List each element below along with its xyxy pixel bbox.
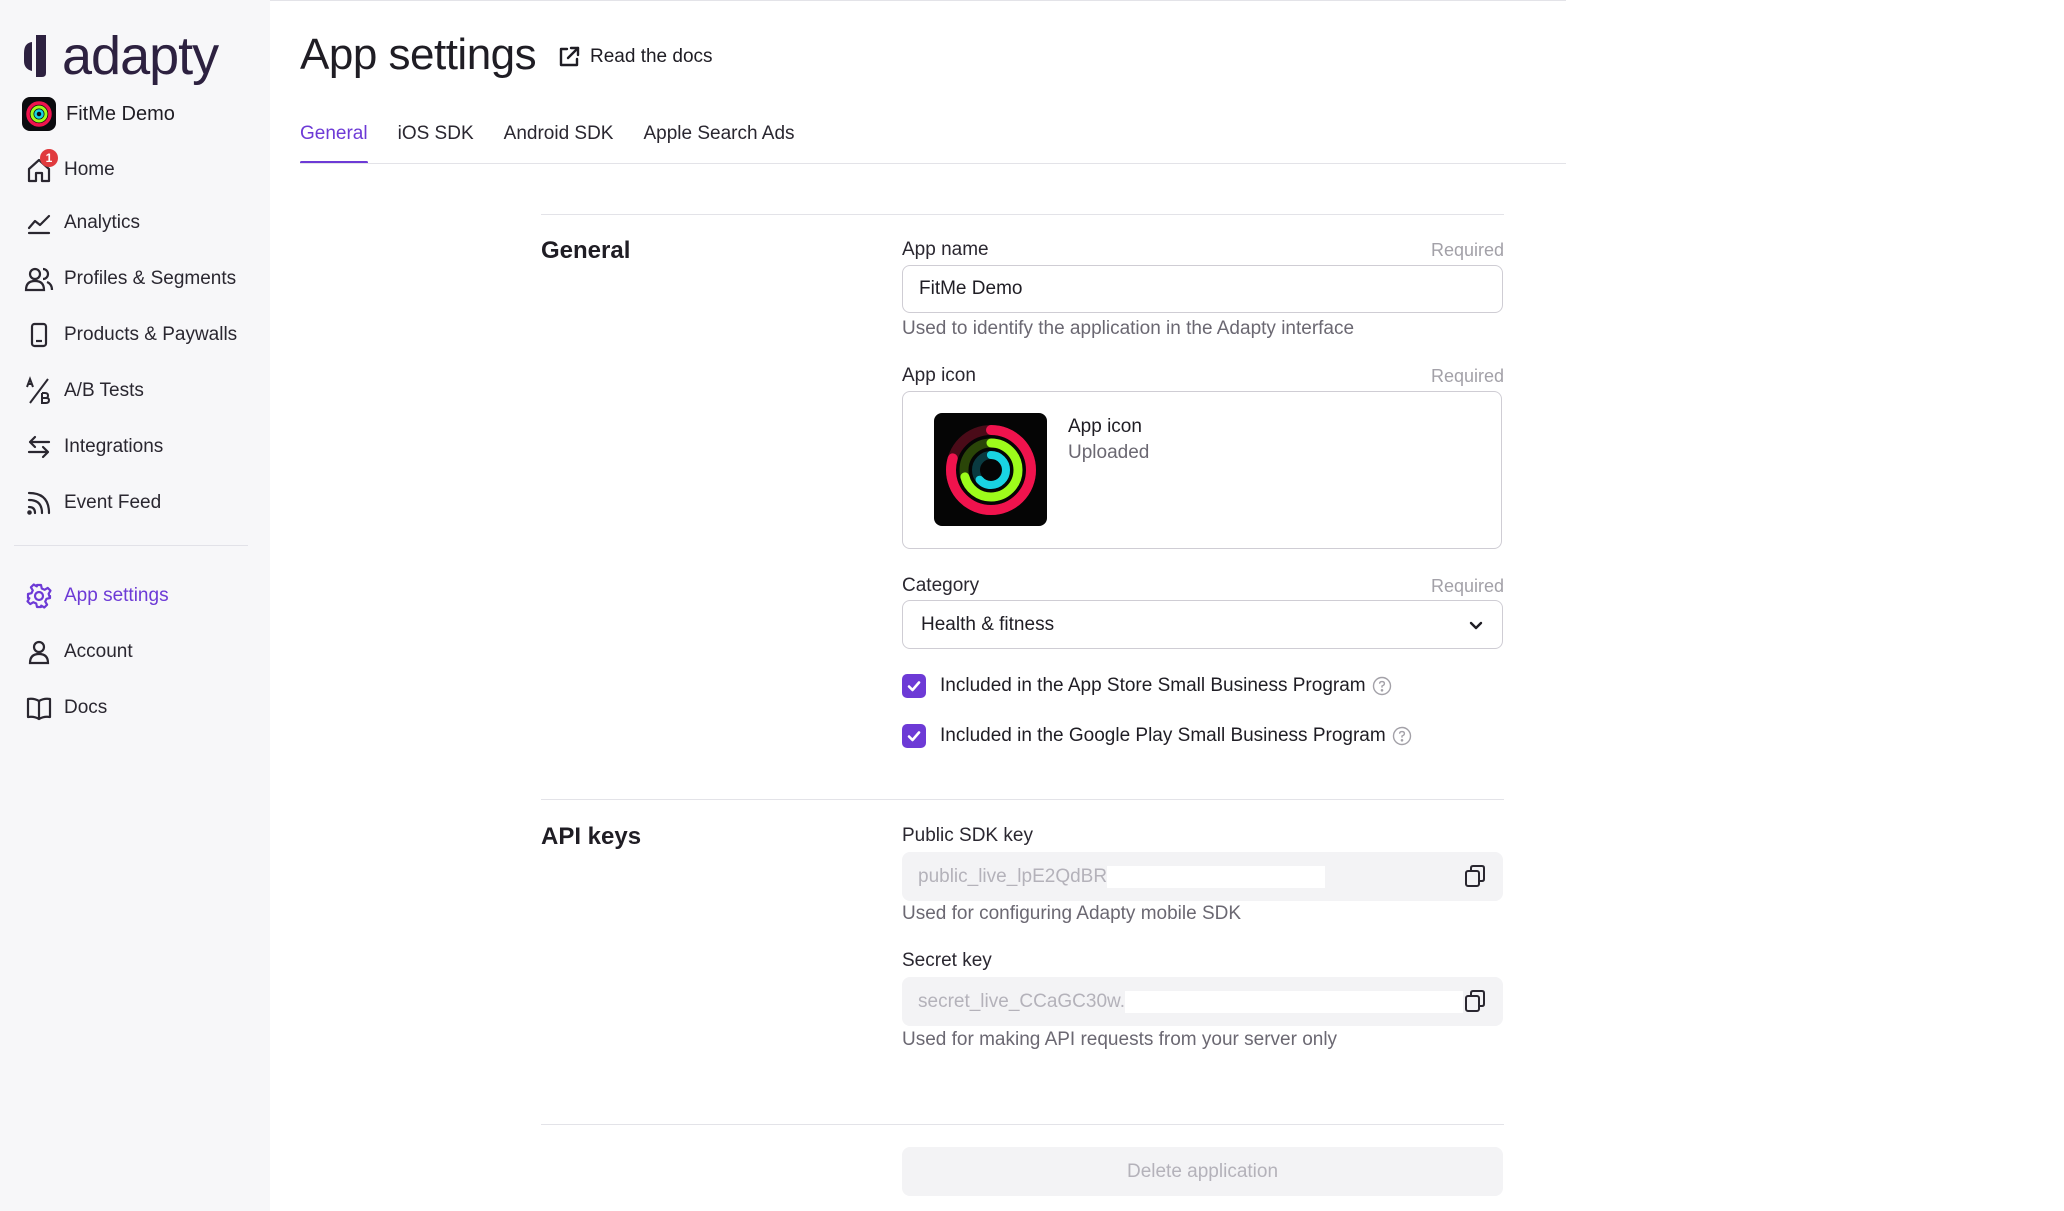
sidebar-item-event-feed[interactable]: Event Feed xyxy=(22,483,161,523)
category-required: Required xyxy=(1430,576,1504,596)
app-icon-image xyxy=(934,413,1047,526)
public-key-field[interactable]: public_live_lpE2QdBR xyxy=(902,852,1503,901)
sidebar-item-label: Docs xyxy=(64,697,108,718)
public-key-label: Public SDK key xyxy=(902,825,1033,846)
gear-icon xyxy=(22,579,56,613)
tabs-divider xyxy=(300,163,1566,164)
sidebar-item-analytics[interactable]: Analytics xyxy=(22,203,140,243)
app-store-sbp-checkbox[interactable]: Included in the App Store Small Business… xyxy=(902,672,1392,700)
tab-android-sdk[interactable]: Android SDK xyxy=(504,120,614,164)
sidebar-item-label: Account xyxy=(64,641,133,662)
category-value: Health & fitness xyxy=(921,613,1055,635)
public-key-value: public_live_lpE2QdBR xyxy=(918,865,1108,887)
help-question-icon[interactable] xyxy=(1392,726,1412,746)
settings-tabs: General iOS SDK Android SDK Apple Search… xyxy=(300,120,825,164)
sidebar-divider xyxy=(14,545,248,546)
analytics-icon xyxy=(22,206,56,240)
sidebar-item-label: A/B Tests xyxy=(64,380,144,401)
sidebar-item-label: Analytics xyxy=(64,212,141,233)
section-divider xyxy=(541,214,1504,215)
book-icon xyxy=(22,691,56,725)
app-icon-required: Required xyxy=(1430,366,1504,386)
sidebar-item-label: Event Feed xyxy=(64,492,162,513)
app-name-input[interactable]: FitMe Demo xyxy=(902,265,1503,313)
tab-ios-sdk[interactable]: iOS SDK xyxy=(398,120,474,164)
app-thumbnail xyxy=(22,97,56,131)
sidebar-item-account[interactable]: Account xyxy=(22,632,133,672)
api-keys-section-title: API keys xyxy=(541,823,642,850)
checkbox-label: Included in the Google Play Small Busine… xyxy=(940,725,1386,746)
section-divider xyxy=(541,1124,1504,1125)
app-name-help: Used to identify the application in the … xyxy=(902,318,1355,339)
ab-test-icon xyxy=(22,374,56,408)
secret-key-field[interactable]: secret_live_CCaGC30w. xyxy=(902,977,1503,1026)
mobile-icon xyxy=(22,318,56,352)
help-question-icon[interactable] xyxy=(1372,676,1392,696)
secret-key-help: Used for making API requests from your s… xyxy=(902,1029,1338,1050)
app-icon-uploader[interactable]: App icon Uploaded xyxy=(902,391,1502,549)
sidebar-item-app-settings[interactable]: App settings xyxy=(22,576,169,616)
sidebar-item-label: Profiles & Segments xyxy=(64,268,237,289)
external-link-icon xyxy=(559,46,580,67)
person-icon xyxy=(22,635,56,669)
sidebar-item-products[interactable]: Products & Paywalls xyxy=(22,315,237,355)
app-icon-status: Uploaded xyxy=(1068,442,1150,463)
checkbox-label: Included in the App Store Small Business… xyxy=(940,675,1366,696)
arrows-icon xyxy=(22,430,56,464)
sidebar-item-integrations[interactable]: Integrations xyxy=(22,427,163,467)
redacted-mask xyxy=(1107,865,1326,888)
sidebar-item-home[interactable]: 1 Home xyxy=(22,149,115,190)
feed-icon xyxy=(22,486,56,520)
category-label: Category xyxy=(902,575,980,596)
delete-application-button[interactable]: Delete application xyxy=(902,1147,1503,1196)
app-name-required: Required xyxy=(1430,240,1504,260)
secret-key-value: secret_live_CCaGC30w. xyxy=(918,990,1125,1012)
tab-apple-search-ads[interactable]: Apple Search Ads xyxy=(643,120,794,164)
public-key-help: Used for configuring Adapty mobile SDK xyxy=(902,903,1242,924)
app-name-label: App name xyxy=(902,239,989,260)
adapty-logo-text: adapty xyxy=(62,26,219,86)
copy-icon[interactable] xyxy=(1463,864,1487,888)
sidebar-item-label: Home xyxy=(64,159,115,180)
section-divider xyxy=(541,799,1504,800)
category-select[interactable]: Health & fitness xyxy=(902,600,1503,649)
app-name: FitMe Demo xyxy=(66,102,175,125)
sidebar-item-profiles[interactable]: Profiles & Segments xyxy=(22,259,236,299)
checkbox-checked-icon[interactable] xyxy=(902,674,926,698)
secret-key-label: Secret key xyxy=(902,950,992,971)
users-icon xyxy=(22,262,56,296)
chevron-down-icon xyxy=(1469,621,1483,630)
general-section-title: General xyxy=(541,237,631,264)
notification-badge: 1 xyxy=(40,149,58,167)
redacted-mask xyxy=(1124,990,1463,1013)
sidebar-item-docs[interactable]: Docs xyxy=(22,688,107,728)
google-play-sbp-checkbox[interactable]: Included in the Google Play Small Busine… xyxy=(902,722,1412,750)
home-icon: 1 xyxy=(22,149,58,187)
page-title: App settings xyxy=(300,30,537,79)
read-docs-link[interactable]: Read the docs xyxy=(556,44,713,70)
read-docs-label: Read the docs xyxy=(590,46,713,67)
adapty-logo-mark xyxy=(24,35,46,77)
sidebar-item-label: Integrations xyxy=(64,436,164,457)
sidebar-item-ab-tests[interactable]: A/B Tests xyxy=(22,371,144,411)
adapty-logo[interactable]: adapty xyxy=(20,26,219,86)
app-switcher[interactable]: FitMe Demo xyxy=(22,96,175,132)
copy-icon[interactable] xyxy=(1463,989,1487,1013)
tab-general[interactable]: General xyxy=(300,120,368,164)
checkbox-checked-icon[interactable] xyxy=(902,724,926,748)
sidebar-item-label: Products & Paywalls xyxy=(64,324,238,345)
sidebar-item-label: App settings xyxy=(64,585,169,606)
app-icon-name: App icon xyxy=(1068,416,1142,437)
app-icon-label: App icon xyxy=(902,365,976,386)
sidebar: adapty FitMe Demo 1 Home Analytics Profi… xyxy=(0,0,270,1211)
